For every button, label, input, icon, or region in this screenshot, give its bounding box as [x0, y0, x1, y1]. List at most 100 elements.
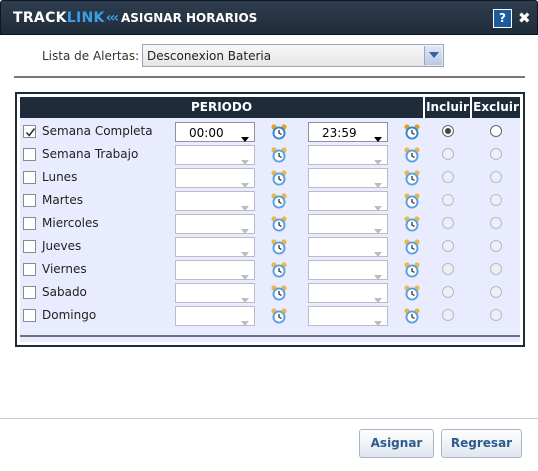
dialog-title: ASIGNAR HORARIOS — [121, 11, 258, 25]
excluir-radio[interactable] — [490, 240, 502, 252]
start-time-select[interactable] — [175, 306, 255, 326]
assign-button[interactable]: Asignar — [359, 429, 434, 458]
end-time-select[interactable] — [308, 260, 388, 280]
alarm-clock-icon[interactable] — [403, 238, 421, 256]
day-checkbox[interactable] — [23, 217, 36, 230]
incluir-radio[interactable] — [442, 263, 454, 275]
day-checkbox[interactable] — [23, 286, 36, 299]
day-checkbox[interactable] — [23, 171, 36, 184]
alarm-clock-icon[interactable] — [270, 284, 288, 302]
incluir-radio[interactable] — [442, 125, 454, 137]
end-time-select[interactable] — [308, 145, 388, 165]
schedule-table: PERIODO Incluir Excluir Semana Completa 0… — [15, 92, 525, 347]
schedule-bottom-line — [20, 335, 520, 337]
alarm-clock-icon[interactable] — [403, 261, 421, 279]
help-icon[interactable]: ? — [493, 9, 512, 28]
alarm-clock-icon[interactable] — [270, 261, 288, 279]
chevron-down-icon — [241, 177, 249, 191]
start-time-select[interactable] — [175, 260, 255, 280]
schedule-row: Sabado — [20, 282, 520, 305]
end-time-select[interactable] — [308, 168, 388, 188]
back-button[interactable]: Regresar — [441, 429, 522, 458]
excluir-radio[interactable] — [490, 286, 502, 298]
incluir-radio[interactable] — [442, 286, 454, 298]
chevron-down-icon — [374, 131, 382, 145]
excluir-radio[interactable] — [490, 194, 502, 206]
start-time-select[interactable] — [175, 237, 255, 257]
day-checkbox[interactable] — [23, 263, 36, 276]
alarm-clock-icon[interactable] — [403, 169, 421, 187]
schedule-row: Semana Trabajo — [20, 144, 520, 167]
excluir-radio[interactable] — [490, 217, 502, 229]
chevron-down-icon — [374, 177, 382, 191]
end-time-select[interactable] — [308, 283, 388, 303]
start-time-select[interactable] — [175, 168, 255, 188]
chevron-down-icon — [374, 223, 382, 237]
chevron-down-icon — [374, 154, 382, 168]
alarm-clock-icon[interactable] — [270, 238, 288, 256]
day-checkbox[interactable] — [23, 194, 36, 207]
start-time-select[interactable] — [175, 283, 255, 303]
alert-list-select[interactable]: Desconexion Bateria — [142, 44, 444, 67]
alarm-clock-icon[interactable] — [403, 146, 421, 164]
incluir-radio[interactable] — [442, 217, 454, 229]
schedule-row: Viernes — [20, 259, 520, 282]
chevron-down-icon — [374, 292, 382, 306]
excluir-radio[interactable] — [490, 309, 502, 321]
day-label: Viernes — [42, 262, 87, 276]
divider — [14, 76, 525, 78]
incluir-radio[interactable] — [442, 171, 454, 183]
alarm-clock-icon[interactable] — [403, 123, 421, 141]
chevron-down-icon — [241, 269, 249, 283]
excluir-radio[interactable] — [490, 125, 502, 137]
chevron-down-icon — [241, 246, 249, 260]
logo-text-track: TRACK — [13, 10, 67, 26]
day-checkbox[interactable] — [23, 240, 36, 253]
chevron-down-icon — [241, 200, 249, 214]
day-checkbox[interactable] — [23, 148, 36, 161]
alarm-clock-icon[interactable] — [270, 169, 288, 187]
day-label: Semana Trabajo — [42, 147, 139, 161]
excluir-radio[interactable] — [490, 148, 502, 160]
excluir-radio[interactable] — [490, 171, 502, 183]
excluir-radio[interactable] — [490, 263, 502, 275]
alarm-clock-icon[interactable] — [403, 307, 421, 325]
header-excluir: Excluir — [472, 97, 520, 118]
alarm-clock-icon[interactable] — [403, 192, 421, 210]
end-time-select[interactable]: 23:59 — [308, 122, 388, 142]
start-time-select[interactable]: 00:00 — [175, 122, 255, 142]
close-icon[interactable]: ✖ — [518, 9, 531, 28]
alarm-clock-icon[interactable] — [403, 215, 421, 233]
chevron-down-icon — [241, 154, 249, 168]
incluir-radio[interactable] — [442, 194, 454, 206]
end-time-select[interactable] — [308, 237, 388, 257]
title-bar: TRACKLINK‹‹‹ ASIGNAR HORARIOS ? ✖ — [0, 0, 538, 35]
day-checkbox[interactable] — [23, 125, 36, 138]
chevron-down-icon[interactable] — [424, 46, 442, 65]
alarm-clock-icon[interactable] — [270, 123, 288, 141]
end-time-select[interactable] — [308, 214, 388, 234]
start-time-select[interactable] — [175, 214, 255, 234]
start-time-select[interactable] — [175, 191, 255, 211]
schedule-body: PERIODO Incluir Excluir Semana Completa 0… — [20, 97, 520, 342]
schedule-row: Lunes — [20, 167, 520, 190]
start-time-select[interactable] — [175, 145, 255, 165]
day-label: Martes — [42, 193, 83, 207]
incluir-radio[interactable] — [442, 240, 454, 252]
end-time-value: 23:59 — [322, 126, 357, 140]
alarm-clock-icon[interactable] — [270, 192, 288, 210]
end-time-select[interactable] — [308, 191, 388, 211]
alarm-clock-icon[interactable] — [270, 307, 288, 325]
incluir-radio[interactable] — [442, 309, 454, 321]
end-time-select[interactable] — [308, 306, 388, 326]
chevron-down-icon — [374, 200, 382, 214]
alarm-clock-icon[interactable] — [270, 146, 288, 164]
start-time-value: 00:00 — [189, 126, 224, 140]
incluir-radio[interactable] — [442, 148, 454, 160]
alert-list-label: Lista de Alertas: — [42, 49, 140, 63]
day-checkbox[interactable] — [23, 309, 36, 322]
alarm-clock-icon[interactable] — [270, 215, 288, 233]
alert-list-selected-value: Desconexion Bateria — [147, 49, 272, 63]
alarm-clock-icon[interactable] — [403, 284, 421, 302]
day-label: Domingo — [42, 308, 97, 322]
